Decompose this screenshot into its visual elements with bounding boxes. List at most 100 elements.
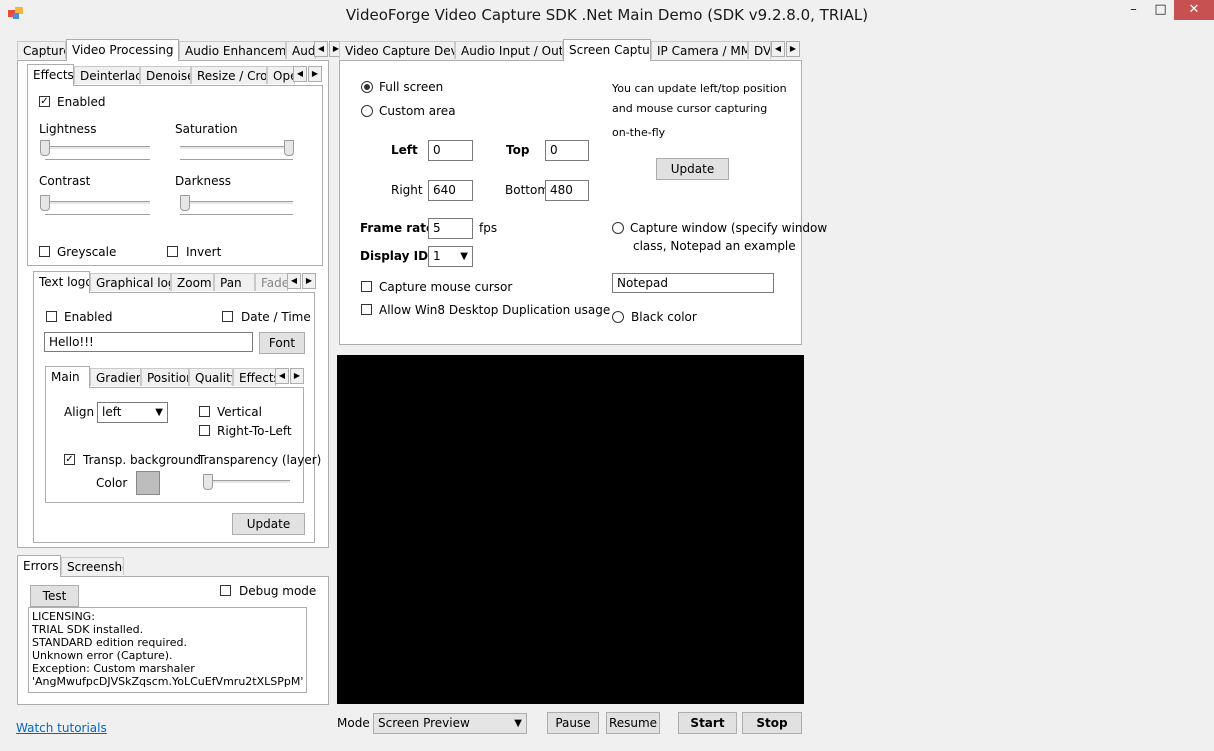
- rtl-checkbox[interactable]: [199, 425, 210, 436]
- window-title: VideoForge Video Capture SDK .Net Main D…: [345, 6, 869, 24]
- customarea-label: Custom area: [379, 104, 456, 118]
- tab-audio-input-output[interactable]: Audio Input / Output: [455, 41, 563, 59]
- win8-checkbox[interactable]: [361, 304, 372, 315]
- scroll-left-icon[interactable]: ◀: [275, 368, 289, 384]
- color-swatch[interactable]: [136, 471, 160, 495]
- greyscale-label: Greyscale: [57, 245, 117, 259]
- logo-tab-scroll[interactable]: ◀ ▶: [287, 273, 317, 289]
- stop-button[interactable]: Stop: [742, 712, 802, 734]
- framerate-input[interactable]: 5: [428, 218, 473, 239]
- tab-dvi[interactable]: DVI: [748, 41, 771, 59]
- error-log[interactable]: LICENSING: TRIAL SDK installed. STANDARD…: [28, 607, 307, 693]
- tab-screenshot[interactable]: Screenshot: [61, 557, 124, 575]
- darkness-thumb[interactable]: [180, 195, 190, 211]
- tab-capture[interactable]: Capture: [17, 41, 66, 59]
- transparency-slider[interactable]: [203, 480, 290, 484]
- tab-video-capture-device[interactable]: Video Capture Device: [339, 41, 455, 59]
- customarea-radio[interactable]: [361, 105, 373, 117]
- bottom-input[interactable]: 480: [545, 180, 589, 201]
- capture-window-radio[interactable]: [612, 222, 624, 234]
- tab-screen-capture[interactable]: Screen Capture: [563, 39, 651, 61]
- align-select[interactable]: left ▼: [97, 402, 168, 423]
- transparency-thumb[interactable]: [203, 474, 213, 490]
- contrast-thumb[interactable]: [40, 195, 50, 211]
- watch-tutorials-link[interactable]: Watch tutorials: [16, 721, 107, 735]
- fullscreen-radio[interactable]: [361, 81, 373, 93]
- invert-checkbox[interactable]: [167, 246, 178, 257]
- minimize-button[interactable]: –: [1120, 0, 1147, 20]
- lightness-label: Lightness: [39, 122, 97, 136]
- tab-fade[interactable]: Fade: [255, 273, 288, 291]
- vertical-checkbox[interactable]: [199, 406, 210, 417]
- displayid-select[interactable]: 1 ▼: [428, 246, 473, 267]
- font-button[interactable]: Font: [259, 332, 305, 354]
- left-input[interactable]: 0: [428, 140, 473, 161]
- capture-window-line1: Capture window (specify window: [630, 221, 828, 235]
- tab-errors[interactable]: Errors: [17, 555, 61, 577]
- scroll-left-icon[interactable]: ◀: [287, 273, 301, 289]
- tab-effects-inner[interactable]: Effects: [233, 368, 276, 386]
- right-input[interactable]: 640: [428, 180, 473, 201]
- transp-background-checkbox[interactable]: ✓: [64, 454, 75, 465]
- darkness-slider[interactable]: [180, 201, 293, 205]
- screen-update-button[interactable]: Update: [656, 158, 729, 180]
- tab-resize-crop[interactable]: Resize / Crop: [191, 66, 267, 84]
- pause-button[interactable]: Pause: [547, 712, 599, 734]
- logo-update-button[interactable]: Update: [232, 513, 305, 535]
- scroll-right-icon[interactable]: ▶: [290, 368, 304, 384]
- textlogo-enabled-checkbox[interactable]: [46, 311, 57, 322]
- color-label: Color: [96, 476, 128, 490]
- mode-select[interactable]: Screen Preview ▼: [373, 713, 527, 734]
- capture-window-line2: class, Notepad an example: [633, 239, 796, 253]
- vp-tab-scroll[interactable]: ◀ ▶: [293, 66, 323, 82]
- capture-mouse-checkbox[interactable]: [361, 281, 372, 292]
- logo-text-input[interactable]: Hello!!!: [44, 332, 253, 352]
- chevron-down-icon: ▼: [155, 407, 163, 418]
- tab-deinterlace[interactable]: Deinterlace: [74, 66, 140, 84]
- tab-pan[interactable]: Pan: [214, 273, 255, 291]
- tab-main[interactable]: Main: [45, 366, 90, 388]
- scroll-right-icon[interactable]: ▶: [786, 41, 800, 57]
- close-button[interactable]: ✕: [1174, 0, 1214, 20]
- effects-enabled-checkbox[interactable]: ✓: [39, 96, 50, 107]
- saturation-thumb[interactable]: [284, 140, 294, 156]
- window-class-input[interactable]: Notepad: [612, 273, 774, 293]
- contrast-label: Contrast: [39, 174, 91, 188]
- tab-ip-camera[interactable]: IP Camera / MMS: [651, 41, 748, 59]
- note-line1: You can update left/top position: [612, 82, 787, 95]
- scroll-right-icon[interactable]: ▶: [302, 273, 316, 289]
- scroll-left-icon[interactable]: ◀: [771, 41, 785, 57]
- right-tab-scroll[interactable]: ◀ ▶: [771, 41, 801, 57]
- scroll-right-icon[interactable]: ▶: [308, 66, 322, 82]
- tab-denoise[interactable]: Denoise: [140, 66, 191, 84]
- tab-text-logo[interactable]: Text logo: [33, 271, 90, 293]
- tab-video-processing[interactable]: Video Processing: [66, 39, 179, 61]
- tab-zoom[interactable]: Zoom: [171, 273, 214, 291]
- contrast-slider[interactable]: [45, 201, 150, 205]
- tab-audio-enhancement[interactable]: Audio Enhancement: [179, 41, 286, 59]
- tab-quality[interactable]: Quality: [189, 368, 233, 386]
- tab-audio-more[interactable]: Audi: [286, 41, 316, 59]
- greyscale-checkbox[interactable]: [39, 246, 50, 257]
- datetime-checkbox[interactable]: [222, 311, 233, 322]
- black-color-radio[interactable]: [612, 311, 624, 323]
- scroll-left-icon[interactable]: ◀: [293, 66, 307, 82]
- lightness-thumb[interactable]: [40, 140, 50, 156]
- darkness-ticks: [180, 214, 293, 217]
- inner-tab-scroll[interactable]: ◀ ▶: [275, 368, 305, 384]
- lightness-slider[interactable]: [45, 146, 150, 150]
- saturation-slider[interactable]: [180, 146, 293, 150]
- maximize-button[interactable]: □: [1147, 0, 1174, 20]
- test-button[interactable]: Test: [30, 585, 79, 607]
- tab-ope[interactable]: Ope: [267, 66, 295, 84]
- start-button[interactable]: Start: [678, 712, 737, 734]
- tab-gradient[interactable]: Gradient: [90, 368, 141, 386]
- top-input[interactable]: 0: [545, 140, 589, 161]
- debug-mode-checkbox[interactable]: [220, 585, 231, 596]
- tab-position[interactable]: Position: [141, 368, 189, 386]
- resume-button[interactable]: Resume: [606, 712, 660, 734]
- bottom-label: Bottom: [505, 183, 550, 197]
- tab-effects[interactable]: Effects: [27, 64, 74, 86]
- tab-graphical-logo[interactable]: Graphical logo: [90, 273, 171, 291]
- scroll-left-icon[interactable]: ◀: [314, 41, 328, 57]
